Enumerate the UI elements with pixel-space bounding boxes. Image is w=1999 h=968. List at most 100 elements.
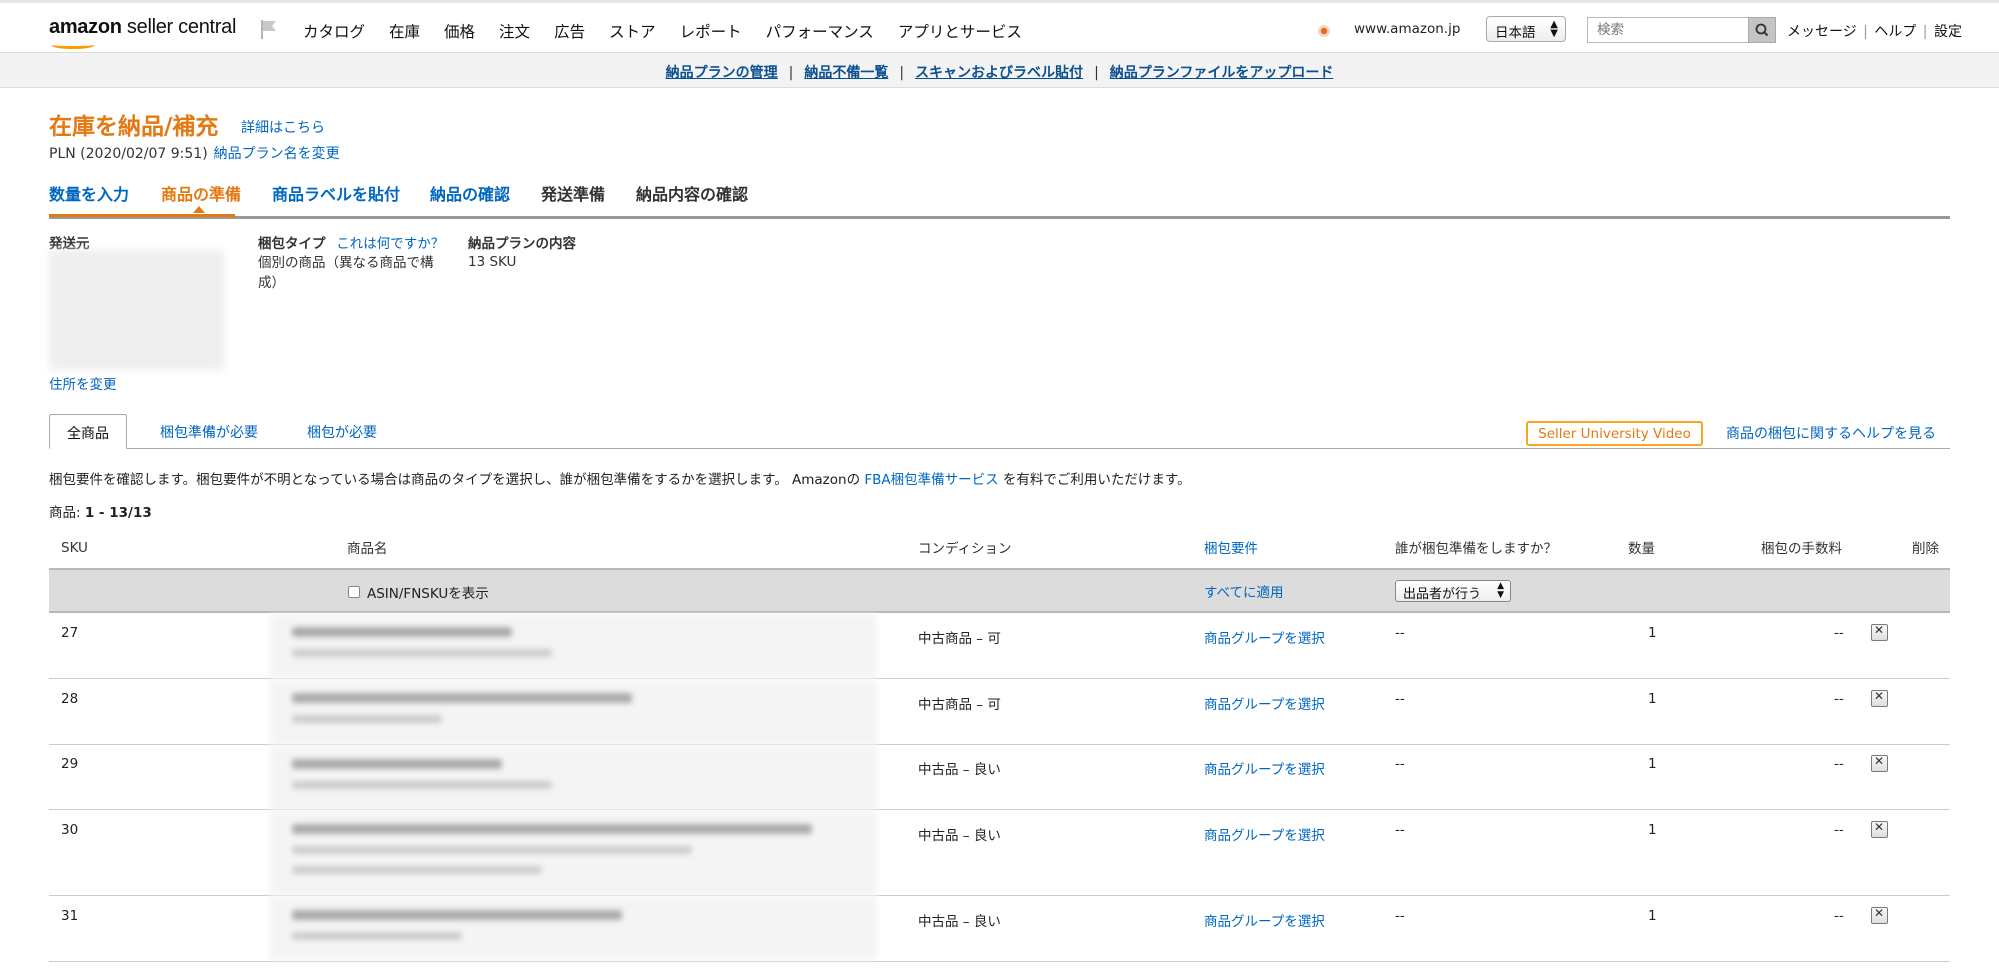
product-name-redacted <box>270 898 877 960</box>
menu-apps-services[interactable]: アプリとサービス <box>898 20 1022 42</box>
packing-help-link[interactable]: 商品の梱包に関するヘルプを見る <box>1726 423 1936 443</box>
marketplace-url[interactable]: www.amazon.jp <box>1354 21 1460 37</box>
subnav-scan-label[interactable]: スキャンおよびラベル貼付 <box>915 65 1083 81</box>
row-select-group-link[interactable]: 商品グループを選択 <box>1204 910 1325 930</box>
product-name-redacted <box>270 747 877 810</box>
row-who-preps: -- <box>1395 822 1405 838</box>
search-icon <box>1755 23 1769 37</box>
subnav-upload-plan[interactable]: 納品プランファイルをアップロード <box>1110 65 1334 81</box>
row-sku: 31 <box>61 908 79 924</box>
menu-advertising[interactable]: 広告 <box>554 20 585 42</box>
step-active-indicator <box>49 214 235 217</box>
tab-prep-required[interactable]: 梱包準備が必要 <box>160 414 258 449</box>
step-enter-quantity[interactable]: 数量を入力 <box>49 181 129 205</box>
row-who-preps: -- <box>1395 908 1405 924</box>
change-address-link[interactable]: 住所を変更 <box>49 373 117 393</box>
plan-contents-value: 13 SKU <box>468 254 517 270</box>
step-review-shipments[interactable]: 納品の確認 <box>430 181 510 205</box>
sub-nav: 納品プランの管理 | 納品不備一覧 | スキャンおよびラベル貼付 | 納品プランファイルをア… <box>0 52 1999 88</box>
row-sku: 27 <box>61 625 79 641</box>
apply-to-all-link[interactable]: すべてに適用 <box>1204 581 1284 601</box>
col-prep-requirements[interactable]: 梱包要件 <box>1204 537 1258 557</box>
row-quantity: 1 <box>1648 822 1657 838</box>
step-summary: 納品内容の確認 <box>636 185 749 204</box>
who-preps-select[interactable]: 出品者が行う ▲ ▼ <box>1395 580 1511 602</box>
menu-inventory[interactable]: 在庫 <box>389 20 420 42</box>
row-who-preps: -- <box>1395 625 1405 641</box>
settings-link[interactable]: 設定 <box>1934 24 1962 40</box>
japan-flag-icon <box>1318 25 1330 37</box>
step-prepare-products[interactable]: 商品の準備 <box>161 181 241 205</box>
row-quantity: 1 <box>1648 756 1657 772</box>
rename-plan-link[interactable]: 納品プラン名を変更 <box>214 146 340 162</box>
product-count: 商品: 1 - 13/13 <box>49 505 152 521</box>
row-condition: 中古品 – 良い <box>918 828 1001 844</box>
row-select-group-link[interactable]: 商品グループを選択 <box>1204 824 1325 844</box>
row-select-group-link[interactable]: 商品グループを選択 <box>1204 627 1325 647</box>
menu-pricing[interactable]: 価格 <box>444 20 475 42</box>
row-prep-fee: -- <box>1834 691 1844 707</box>
fba-prep-service-link[interactable]: FBA梱包準備サービス <box>864 472 998 488</box>
search-button[interactable] <box>1748 17 1776 43</box>
table-filter-bar <box>49 568 1950 613</box>
flag-icon[interactable] <box>258 18 280 40</box>
row-select-group-link[interactable]: 商品グループを選択 <box>1204 758 1325 778</box>
select-arrows-icon: ▲ ▼ <box>1497 581 1504 600</box>
col-delete: 削除 <box>1912 541 1939 557</box>
delete-row-icon[interactable] <box>1871 820 1888 838</box>
show-asin-checkbox[interactable] <box>348 586 360 598</box>
main-menu: カタログ 在庫 価格 注文 広告 ストア レポート パフォーマンス アプリとサー… <box>303 20 1046 42</box>
menu-catalog[interactable]: カタログ <box>303 20 365 42</box>
ship-from-label: 発送元 <box>49 236 90 252</box>
utility-links: メッセージ | ヘルプ | 設定 <box>1787 24 1962 40</box>
subnav-problems[interactable]: 納品不備一覧 <box>804 65 888 81</box>
row-condition: 中古商品 – 可 <box>918 697 1001 713</box>
menu-performance[interactable]: パフォーマンス <box>766 20 874 42</box>
help-link[interactable]: ヘルプ <box>1874 24 1916 40</box>
packing-type-help-link[interactable]: これは何ですか？ <box>336 236 444 252</box>
amazon-smile-icon <box>51 41 95 49</box>
col-product-name[interactable]: 商品名 <box>347 537 388 557</box>
row-prep-fee: -- <box>1834 908 1844 924</box>
product-name-redacted <box>270 812 877 896</box>
plan-name: PLN (2020/02/07 9:51) <box>49 146 208 162</box>
col-who-preps: 誰が梱包準備をしますか？ <box>1395 541 1557 557</box>
prep-description: 梱包要件を確認します。梱包要件が不明となっている場合は商品のタイプを選択し、誰が… <box>49 472 1191 488</box>
delete-row-icon[interactable] <box>1871 689 1888 707</box>
col-prep-fee: 梱包の手数料 <box>1761 541 1842 557</box>
row-prep-fee: -- <box>1834 756 1844 772</box>
product-name-redacted <box>270 615 877 679</box>
seller-university-video-button[interactable]: Seller University Video <box>1526 421 1703 446</box>
select-arrows-icon: ▲ ▼ <box>1550 19 1558 39</box>
row-quantity: 1 <box>1648 908 1657 924</box>
product-name-redacted <box>270 681 877 745</box>
menu-orders[interactable]: 注文 <box>499 20 530 42</box>
ship-from-address <box>49 250 224 370</box>
row-sku: 30 <box>61 822 79 838</box>
menu-stores[interactable]: ストア <box>609 20 656 42</box>
seller-central-logo[interactable]: amazon seller central <box>49 16 236 49</box>
row-who-preps: -- <box>1395 756 1405 772</box>
step-label-products[interactable]: 商品ラベルを貼付 <box>272 181 400 205</box>
row-select-group-link[interactable]: 商品グループを選択 <box>1204 693 1325 713</box>
delete-row-icon[interactable] <box>1871 623 1888 641</box>
page-title: 在庫を納品/補充 <box>49 114 219 140</box>
delete-row-icon[interactable] <box>1871 906 1888 924</box>
tab-packing-required[interactable]: 梱包が必要 <box>307 414 377 449</box>
row-condition: 中古品 – 良い <box>918 762 1001 778</box>
tab-all-products[interactable]: 全商品 <box>49 414 127 449</box>
col-sku[interactable]: SKU <box>61 540 88 556</box>
search-input[interactable] <box>1587 17 1749 43</box>
packing-type-label: 梱包タイプ <box>258 236 326 252</box>
language-select[interactable]: 日本語 ▲ ▼ <box>1486 16 1566 42</box>
subnav-manage-plans[interactable]: 納品プランの管理 <box>666 65 778 81</box>
menu-reports[interactable]: レポート <box>680 20 742 42</box>
delete-row-icon[interactable] <box>1871 754 1888 772</box>
col-quantity: 数量 <box>1628 541 1655 557</box>
messages-link[interactable]: メッセージ <box>1787 24 1857 40</box>
row-sku: 29 <box>61 756 79 772</box>
plan-name-line: PLN (2020/02/07 9:51) 納品プラン名を変更 <box>49 143 340 163</box>
show-asin-label[interactable]: ASIN/FNSKUを表示 <box>367 582 489 602</box>
col-condition: コンディション <box>918 541 1012 557</box>
details-link[interactable]: 詳細はこちら <box>241 117 325 137</box>
